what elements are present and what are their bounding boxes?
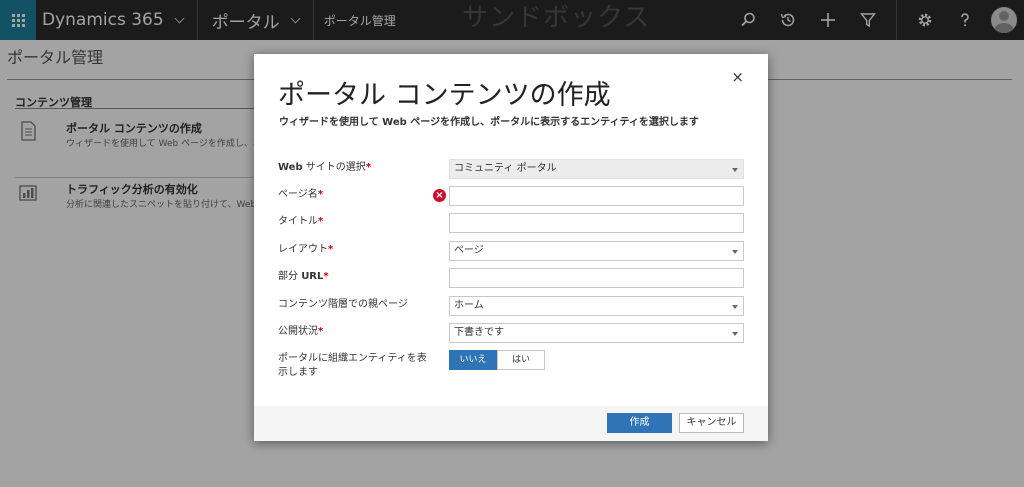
show-entity-row: ポータルに組織エンティティを表 示します いいえ はい (278, 350, 744, 380)
cancel-button[interactable]: キャンセル (679, 413, 744, 433)
layout-label: レイアウト* (278, 244, 334, 255)
show-entity-toggle: いいえ はい (449, 350, 545, 370)
page-name-label: ページ名* (278, 189, 324, 200)
website-label: Web サイトの選択* (278, 162, 372, 173)
toggle-yes-option[interactable]: はい (497, 350, 545, 370)
partial-url-input[interactable] (449, 268, 744, 288)
show-entity-label: ポータルに組織エンティティを表 示します (278, 353, 427, 378)
layout-row: レイアウト* ページ (278, 241, 744, 261)
page-name-input[interactable] (449, 186, 744, 206)
page-name-row: ページ名* × (278, 186, 744, 206)
title-row: タイトル* (278, 213, 744, 233)
website-row: Web サイトの選択* コミュニティ ポータル (278, 159, 744, 179)
layout-select[interactable]: ページ (449, 241, 744, 261)
dropdown-arrow-icon (732, 250, 738, 254)
title-input[interactable] (449, 213, 744, 233)
publish-state-select[interactable]: 下書きです (449, 323, 744, 343)
title-label: タイトル* (278, 216, 324, 227)
publish-state-row: 公開状況* 下書きです (278, 323, 744, 343)
create-button[interactable]: 作成 (607, 413, 672, 433)
partial-url-label: 部分 URL* (278, 271, 329, 282)
publish-state-label: 公開状況* (278, 326, 324, 337)
website-select[interactable]: コミュニティ ポータル (449, 159, 744, 179)
dialog-footer: 作成 キャンセル (254, 406, 768, 441)
dialog-title: ポータル コンテンツの作成 (278, 80, 611, 111)
dialog-subtitle: ウィザードを使用して Web ページを作成し、ポータルに表示するエンティティを選… (279, 117, 699, 128)
dropdown-arrow-icon (732, 305, 738, 309)
partial-url-row: 部分 URL* (278, 268, 744, 288)
parent-page-label: コンテンツ階層での親ページ (278, 299, 408, 310)
dropdown-arrow-icon (732, 332, 738, 336)
parent-page-select[interactable]: ホーム (449, 296, 744, 316)
parent-page-row: コンテンツ階層での親ページ ホーム (278, 296, 744, 316)
create-portal-content-dialog: × ポータル コンテンツの作成 ウィザードを使用して Web ページを作成し、ポ… (254, 54, 768, 441)
close-button[interactable]: × (731, 68, 744, 86)
error-icon: × (433, 189, 446, 202)
toggle-no-option[interactable]: いいえ (449, 350, 497, 370)
dropdown-arrow-icon (732, 168, 738, 172)
